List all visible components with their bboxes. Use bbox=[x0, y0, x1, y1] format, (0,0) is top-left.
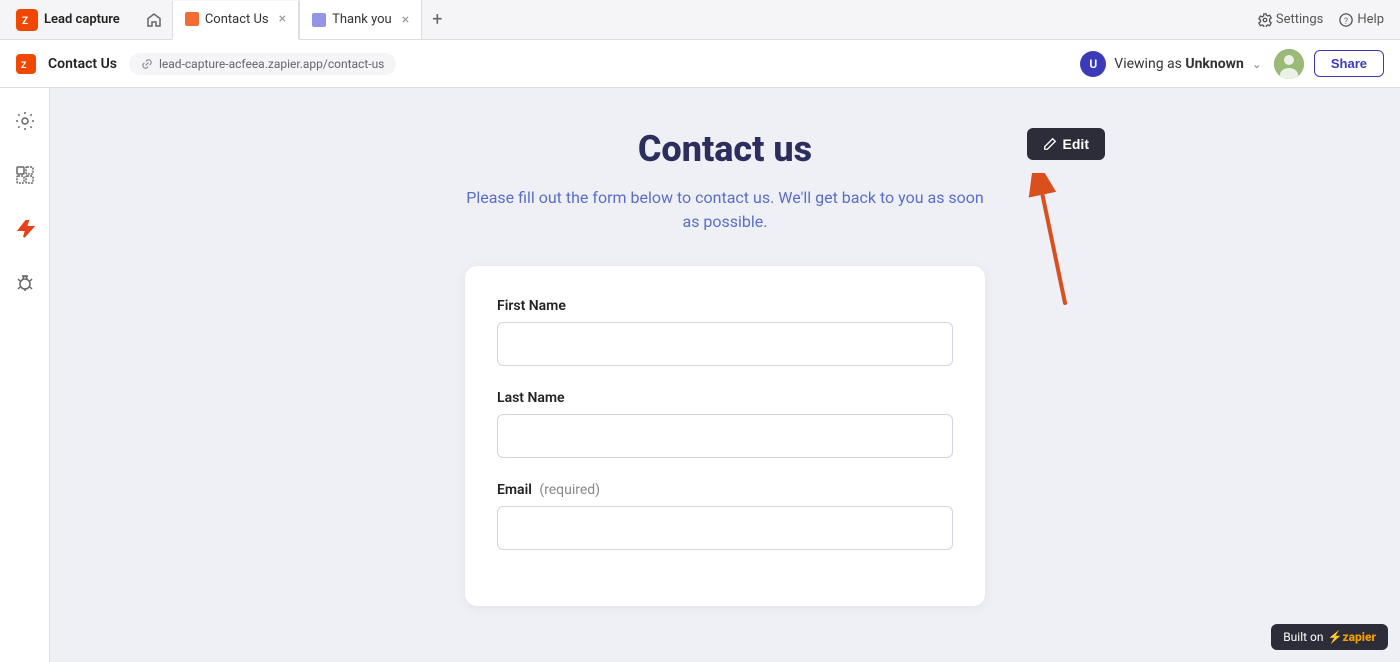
addr-right: Share bbox=[1274, 49, 1384, 79]
tab-thank-you-label: Thank you bbox=[332, 12, 392, 27]
help-button[interactable]: ? Help bbox=[1339, 12, 1384, 27]
viewing-as-selector[interactable]: U Viewing as Unknown ⌄ bbox=[1080, 51, 1262, 77]
viewing-avatar: U bbox=[1080, 51, 1106, 77]
label-email: Email (required) bbox=[497, 482, 953, 498]
app-name-label: Lead capture bbox=[44, 12, 120, 27]
field-email: Email (required) bbox=[497, 482, 953, 550]
field-first-name: First Name bbox=[497, 298, 953, 366]
viewing-label: Viewing as Unknown bbox=[1114, 56, 1244, 72]
svg-text:Z: Z bbox=[22, 16, 28, 27]
tab-add-button[interactable]: + bbox=[422, 9, 452, 30]
app-logo-icon: Z bbox=[16, 9, 38, 31]
form-card: First Name Last Name Email (required) bbox=[465, 266, 985, 606]
edit-button[interactable]: Edit bbox=[1027, 128, 1105, 160]
tab-contact-us[interactable]: Contact Us × bbox=[172, 1, 299, 40]
tab-bar: Z Lead capture Contact Us × Thank you × … bbox=[0, 0, 1400, 40]
required-indicator: (required) bbox=[539, 482, 600, 498]
page-favicon: Z bbox=[16, 54, 36, 74]
form-title: Contact us bbox=[465, 128, 985, 170]
label-last-name: Last Name bbox=[497, 390, 953, 406]
url-pill[interactable]: lead-capture-acfeea.zapier.app/contact-u… bbox=[129, 53, 396, 75]
user-avatar[interactable] bbox=[1274, 49, 1304, 79]
tab-thank-you[interactable]: Thank you × bbox=[299, 0, 422, 39]
chevron-down-icon: ⌄ bbox=[1252, 57, 1262, 71]
input-first-name[interactable] bbox=[497, 322, 953, 366]
settings-button[interactable]: Settings bbox=[1258, 12, 1323, 27]
main-layout: Edit Contact us Please fill out the form… bbox=[0, 88, 1400, 662]
edit-label: Edit bbox=[1063, 136, 1089, 152]
svg-text:Z: Z bbox=[21, 61, 27, 70]
settings-label: Settings bbox=[1276, 12, 1323, 27]
tab-actions: Settings ? Help bbox=[1258, 12, 1400, 27]
sidebar-item-zap[interactable] bbox=[8, 212, 42, 246]
arrow-annotation bbox=[1005, 173, 1085, 313]
sidebar-item-settings[interactable] bbox=[8, 104, 42, 138]
built-on-prefix: Built on bbox=[1283, 630, 1323, 644]
tab-thank-you-close[interactable]: × bbox=[402, 13, 409, 27]
page-title-bar: Contact Us bbox=[48, 56, 117, 72]
share-button[interactable]: Share bbox=[1314, 50, 1384, 77]
tab-contact-us-close[interactable]: × bbox=[279, 12, 286, 26]
input-last-name[interactable] bbox=[497, 414, 953, 458]
tab-contact-us-label: Contact Us bbox=[205, 12, 269, 27]
form-subtitle: Please fill out the form below to contac… bbox=[465, 186, 985, 234]
zapier-logo: ⚡zapier bbox=[1328, 630, 1376, 644]
label-first-name: First Name bbox=[497, 298, 953, 314]
address-bar: Z Contact Us lead-capture-acfeea.zapier.… bbox=[0, 40, 1400, 88]
viewing-user: Unknown bbox=[1185, 56, 1243, 72]
app-logo[interactable]: Z Lead capture bbox=[8, 5, 128, 35]
svg-text:?: ? bbox=[1344, 16, 1348, 26]
sidebar-item-layout[interactable] bbox=[8, 158, 42, 192]
form-wrapper: Edit Contact us Please fill out the form… bbox=[465, 128, 985, 582]
sidebar-item-debug[interactable] bbox=[8, 266, 42, 300]
input-email[interactable] bbox=[497, 506, 953, 550]
help-label: Help bbox=[1357, 12, 1384, 27]
field-last-name: Last Name bbox=[497, 390, 953, 458]
home-tab[interactable] bbox=[136, 0, 172, 39]
built-on-badge: Built on ⚡zapier bbox=[1271, 624, 1388, 650]
url-text: lead-capture-acfeea.zapier.app/contact-u… bbox=[159, 57, 384, 71]
content-area: Edit Contact us Please fill out the form… bbox=[50, 88, 1400, 662]
sidebar bbox=[0, 88, 50, 662]
